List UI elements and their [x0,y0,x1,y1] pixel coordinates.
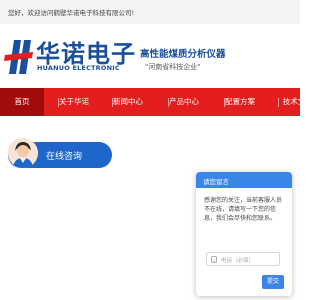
submit-button[interactable]: 提交 [262,275,284,289]
message-widget: 请您留言 感谢您的关注，当前客服人员不在线，请填写一下您的信息，我们会尽快和您联… [196,172,292,296]
nav-item-news[interactable]: 新闻中心 [112,88,144,116]
nav-item-solutions[interactable]: 配置方案 [224,88,256,116]
phone-input[interactable]: 电话（必填） [206,252,280,266]
nav-item-home[interactable]: 首页 [0,88,44,116]
phone-placeholder: 电话（必填） [221,258,255,264]
nav-item-products[interactable]: 产品中心 [168,88,200,116]
nav-item-about[interactable]: 关于华诺 [58,88,90,116]
huanuo-logo-icon[interactable] [4,38,34,76]
welcome-text: 您好，欢迎访问鹤壁华诺电子科技有限公司! [8,9,135,17]
offline-message: 感谢您的关注，当前客服人员不在线，请填写一下您的信息，我们会尽快和您联系。 [204,197,283,222]
phone-icon [211,256,217,263]
brand-english-name: HUANUO ELECTRONIC [37,64,120,72]
nav-divider [278,98,279,107]
main-nav: 首页 关于华诺 新闻中心 产品中心 配置方案 技术文 [0,88,305,116]
nav-item-tech[interactable]: 技术文 [280,88,308,116]
consult-label: 在线咨询 [46,152,83,162]
message-widget-title: 请您留言 [203,178,229,186]
tagline: 高性能煤质分析仪器 [140,49,226,60]
agent-avatar-icon [8,138,38,168]
message-widget-header: 请您留言 [196,172,292,188]
online-consult-button[interactable]: 在线咨询 [8,138,112,168]
slogan: "河南省科技企业" [145,63,201,71]
top-bar: 您好，欢迎访问鹤壁华诺电子科技有限公司! [0,0,300,24]
site-header: 华诺电子 HUANUO ELECTRONIC 高性能煤质分析仪器 "河南省科技企… [0,24,300,88]
